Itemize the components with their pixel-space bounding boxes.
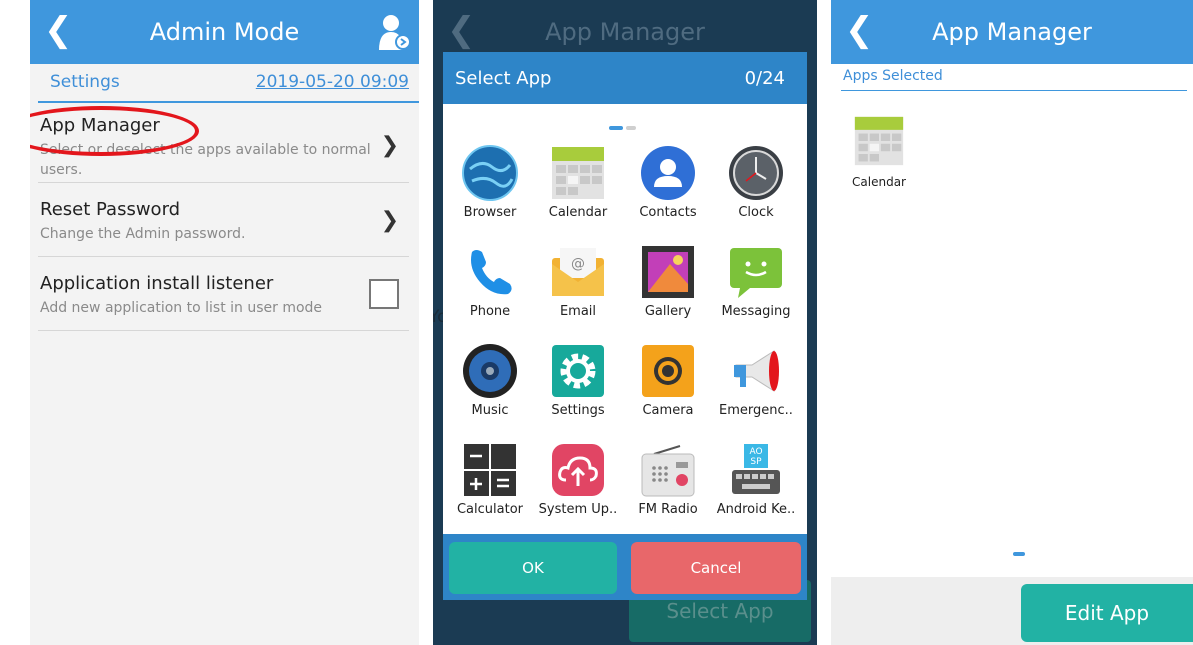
app-label: Calendar <box>852 175 906 189</box>
app-label: Music <box>471 403 509 418</box>
app-camera[interactable]: Camera <box>623 343 713 418</box>
admin-user-icon[interactable] <box>377 12 411 52</box>
app-messaging[interactable]: Messaging <box>711 244 801 319</box>
calendar-icon <box>849 115 909 171</box>
app-label: Browser <box>463 205 517 220</box>
contacts-icon <box>640 145 696 201</box>
app-label: Camera <box>642 403 694 418</box>
select-app-dialog: Select App 0/24 Browser Calendar Contact… <box>443 52 807 600</box>
phone-icon <box>462 244 518 300</box>
app-label: Settings <box>551 403 605 418</box>
globe-icon <box>462 145 518 201</box>
app-label: Android Ke.. <box>716 502 796 517</box>
svg-text:SP: SP <box>750 457 762 467</box>
chevron-right-icon: ❯ <box>380 208 399 233</box>
app-label: Clock <box>738 205 774 220</box>
calendar-icon <box>550 145 606 201</box>
keyboard-icon: AO SP <box>728 442 784 498</box>
app-phone[interactable]: Phone <box>445 244 535 319</box>
app-label: Emergenc.. <box>719 403 793 418</box>
app-label: System Up.. <box>538 502 618 517</box>
ok-button[interactable]: OK <box>449 542 617 594</box>
install-listener-desc: Add new application to list in user mode <box>40 300 323 316</box>
cloud-upload-icon <box>550 442 606 498</box>
page-title: Admin Mode <box>149 18 300 46</box>
page-indicator <box>1013 552 1025 556</box>
selected-app-calendar[interactable]: Calendar <box>849 115 909 189</box>
item-divider <box>38 256 409 257</box>
apps-selected-label: Apps Selected <box>843 68 943 84</box>
megaphone-icon <box>728 343 784 399</box>
email-icon: @ <box>550 244 606 300</box>
install-listener-title: Application install listener <box>40 273 274 294</box>
app-system-update[interactable]: System Up.. <box>533 442 623 517</box>
messaging-icon <box>728 244 784 300</box>
app-label: Calendar <box>548 205 608 220</box>
cancel-button[interactable]: Cancel <box>631 542 801 594</box>
dialog-footer: OK Cancel <box>443 534 807 600</box>
app-emergency[interactable]: Emergenc.. <box>711 343 801 418</box>
page-indicator <box>609 115 639 134</box>
app-manager-top-bar: ❮ App Manager <box>831 0 1193 64</box>
install-listener-item: Application install listener Add new app… <box>40 273 405 318</box>
radio-icon <box>640 442 696 498</box>
calculator-icon <box>462 442 518 498</box>
svg-text:@: @ <box>571 256 585 272</box>
app-label: Contacts <box>639 205 697 220</box>
app-email[interactable]: @ Email <box>533 244 623 319</box>
app-calculator[interactable]: Calculator <box>445 442 535 517</box>
reset-password-desc: Change the Admin password. <box>40 226 246 242</box>
app-music[interactable]: Music <box>445 343 535 418</box>
app-contacts[interactable]: Contacts <box>623 145 713 220</box>
app-android-keyboard[interactable]: AO SP Android Ke.. <box>711 442 801 517</box>
app-manager-screen: ❮ App Manager Apps Selected Calendar Edi… <box>831 0 1193 645</box>
music-icon <box>462 343 518 399</box>
item-divider <box>38 330 409 331</box>
reset-password-item[interactable]: Reset Password Change the Admin password… <box>40 199 405 244</box>
app-calendar[interactable]: Calendar <box>533 145 623 220</box>
svg-text:AO: AO <box>749 447 762 457</box>
dialog-title: Select App <box>455 68 552 89</box>
settings-label: Settings <box>50 72 120 92</box>
reset-password-title: Reset Password <box>40 199 181 220</box>
page-title: App Manager <box>932 18 1092 46</box>
camera-icon <box>640 343 696 399</box>
page-dot-active <box>609 126 623 130</box>
app-label: Phone <box>469 304 511 319</box>
settings-header-row: Settings 2019-05-20 09:09 <box>50 70 409 100</box>
app-label: Email <box>559 304 597 319</box>
settings-icon <box>550 343 606 399</box>
app-label: Messaging <box>721 304 791 319</box>
item-divider <box>38 182 409 183</box>
install-listener-checkbox[interactable] <box>369 279 399 309</box>
background-title: App Manager <box>545 18 705 46</box>
chevron-right-icon: ❯ <box>380 133 399 158</box>
app-browser[interactable]: Browser <box>445 145 535 220</box>
app-fm-radio[interactable]: FM Radio <box>623 442 713 517</box>
gallery-icon <box>640 244 696 300</box>
section-divider <box>38 101 419 103</box>
app-label: Gallery <box>644 304 692 319</box>
datetime-link[interactable]: 2019-05-20 09:09 <box>256 72 409 92</box>
admin-top-bar: ❮ Admin Mode <box>30 0 419 64</box>
dialog-header: Select App 0/24 <box>443 52 807 104</box>
app-settings[interactable]: Settings <box>533 343 623 418</box>
app-gallery[interactable]: Gallery <box>623 244 713 319</box>
app-label: Calculator <box>456 502 523 517</box>
admin-mode-screen: ❮ Admin Mode Settings 2019-05-20 09:09 A… <box>30 0 419 645</box>
edit-app-button[interactable]: Edit App <box>1021 584 1193 642</box>
section-divider <box>841 90 1187 91</box>
selection-count: 0/24 <box>744 68 785 89</box>
select-app-screen: ❮ App Manager Yo th Select App Select Ap… <box>433 0 817 645</box>
app-clock[interactable]: Clock <box>711 145 801 220</box>
clock-icon <box>728 145 784 201</box>
page-dot <box>626 126 636 130</box>
app-label: FM Radio <box>638 502 698 517</box>
